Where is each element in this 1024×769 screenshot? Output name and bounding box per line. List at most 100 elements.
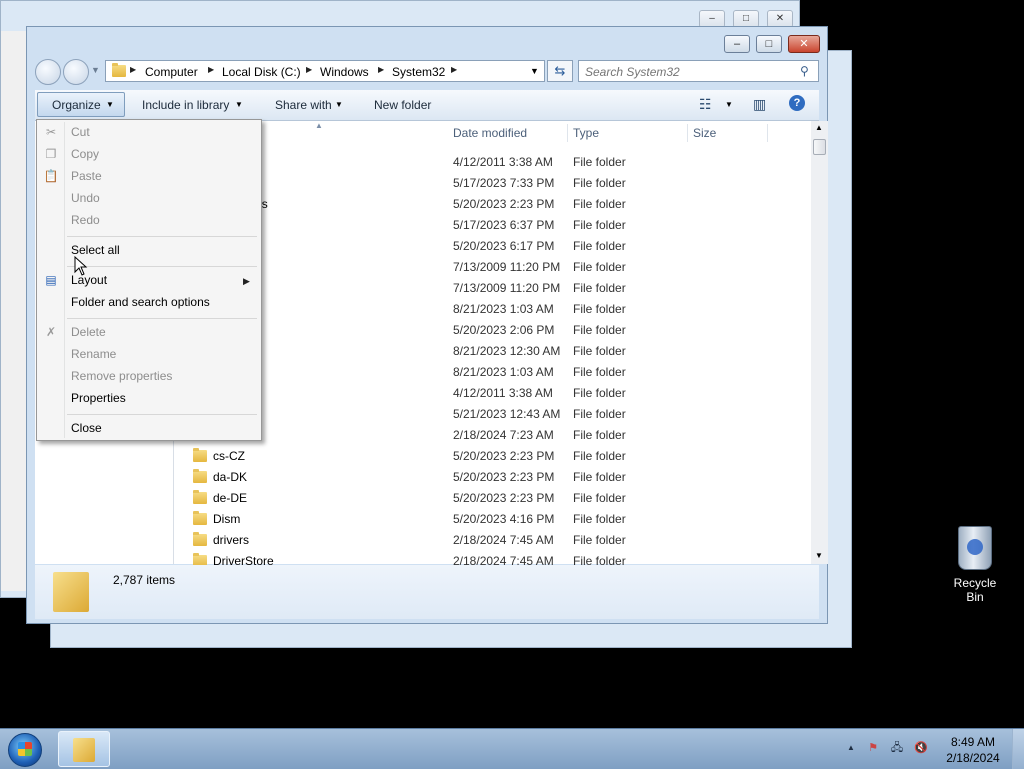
file-date-modified: 5/20/2023 2:23 PM bbox=[453, 197, 555, 211]
menu-item-undo[interactable]: Undo bbox=[71, 191, 100, 205]
table-row[interactable]: da-DK 5/20/2023 2:23 PM File folder bbox=[181, 467, 801, 488]
new-folder-button[interactable]: New folder bbox=[374, 98, 431, 112]
view-options-chevron-icon[interactable]: ▼ bbox=[725, 100, 733, 109]
change-view-icon[interactable]: ☷ bbox=[699, 96, 712, 113]
item-count: 2,787 items bbox=[113, 573, 176, 587]
copy-icon: ❐ bbox=[45, 147, 57, 161]
table-row[interactable]: 5/17/2023 7:33 PM File folder bbox=[181, 173, 801, 194]
include-in-library-button[interactable]: Include in library bbox=[142, 98, 229, 112]
menu-item-select-all[interactable]: Select all bbox=[71, 243, 120, 257]
scroll-down-icon[interactable]: ▼ bbox=[815, 551, 823, 560]
table-row[interactable]: cs-CZ 5/20/2023 2:23 PM File folder bbox=[181, 446, 801, 467]
file-name: Dism bbox=[213, 512, 241, 526]
table-row[interactable]: 4/12/2011 3:38 AM File folder bbox=[181, 152, 801, 173]
table-row[interactable]: grity8/21/2023 1:03 AMFile folder bbox=[181, 362, 801, 383]
scrollbar-thumb[interactable] bbox=[813, 139, 826, 155]
help-icon[interactable]: ? bbox=[789, 95, 805, 111]
table-row[interactable]: de-DE 5/20/2023 2:23 PM File folder bbox=[181, 488, 801, 509]
menu-separator bbox=[67, 414, 257, 415]
column-date-modified[interactable]: Date modified bbox=[453, 121, 527, 145]
table-row[interactable]: 5/20/2023 2:06 PM File folder bbox=[181, 320, 801, 341]
start-button[interactable] bbox=[8, 733, 42, 767]
breadcrumb-windows[interactable]: Windows bbox=[320, 65, 369, 79]
breadcrumb-computer[interactable]: Computer bbox=[145, 65, 198, 79]
breadcrumb-arrow-icon[interactable]: ▶ bbox=[306, 65, 312, 74]
table-row[interactable]: drivers 2/18/2024 7:45 AM File folder bbox=[181, 530, 801, 551]
menu-item-copy[interactable]: Copy bbox=[71, 147, 99, 161]
show-desktop-button[interactable] bbox=[1012, 729, 1024, 769]
back-button[interactable] bbox=[35, 59, 61, 85]
breadcrumb-arrow-icon[interactable]: ▶ bbox=[130, 65, 136, 74]
folder-icon bbox=[193, 532, 207, 546]
table-row[interactable]: Dism 5/20/2023 4:16 PM File folder bbox=[181, 509, 801, 530]
search-input[interactable] bbox=[583, 63, 797, 81]
address-dropdown-icon[interactable]: ▼ bbox=[530, 66, 539, 76]
file-date-modified: 8/21/2023 12:30 AM bbox=[453, 344, 561, 358]
show-hidden-icons-icon[interactable]: ▲ bbox=[844, 741, 858, 755]
recent-pages-chevron-icon[interactable]: ▼ bbox=[91, 65, 100, 75]
table-row[interactable]: 2/18/2024 7:23 AM File folder bbox=[181, 425, 801, 446]
menu-item-remove-properties[interactable]: Remove properties bbox=[71, 369, 172, 383]
column-divider[interactable] bbox=[567, 124, 568, 142]
menu-item-cut[interactable]: Cut bbox=[71, 125, 90, 139]
menu-item-redo[interactable]: Redo bbox=[71, 213, 100, 227]
table-row[interactable]: el5/21/2023 12:43 AMFile folder bbox=[181, 404, 801, 425]
search-icon[interactable]: ⚲ bbox=[800, 64, 809, 78]
submenu-arrow-icon: ▶ bbox=[243, 276, 250, 286]
breadcrumb-arrow-icon[interactable]: ▶ bbox=[378, 65, 384, 74]
action-center-flag-icon[interactable]: ⚑ bbox=[866, 741, 880, 755]
table-row[interactable]: 7/13/2009 11:20 PM File folder bbox=[181, 278, 801, 299]
forward-button[interactable] bbox=[63, 59, 89, 85]
table-row[interactable]: 4/12/2011 3:38 AM File folder bbox=[181, 383, 801, 404]
menu-item-properties[interactable]: Properties bbox=[71, 391, 126, 405]
file-date-modified: 5/20/2023 2:23 PM bbox=[453, 470, 555, 484]
breadcrumb-local-disk[interactable]: Local Disk (C:) bbox=[222, 65, 301, 79]
column-size[interactable]: Size bbox=[693, 121, 716, 145]
table-row[interactable]: 5/20/2023 6:17 PM File folder bbox=[181, 236, 801, 257]
column-divider[interactable] bbox=[767, 124, 768, 142]
table-row[interactable]: 8/21/2023 1:03 AM File folder bbox=[181, 299, 801, 320]
recycle-bin-shortcut[interactable]: Recycle Bin bbox=[944, 526, 1006, 604]
file-date-modified: 5/20/2023 2:23 PM bbox=[453, 449, 555, 463]
close-button[interactable]: ✕ bbox=[788, 35, 820, 53]
menu-item-rename[interactable]: Rename bbox=[71, 347, 116, 361]
recycle-bin-icon bbox=[958, 526, 992, 570]
file-date-modified: 7/13/2009 11:20 PM bbox=[453, 281, 561, 295]
address-bar[interactable]: ▶ Computer ▶ Local Disk (C:) ▶ Windows ▶… bbox=[105, 60, 545, 82]
network-icon[interactable]: 🖧 bbox=[890, 741, 904, 755]
menu-item-delete[interactable]: Delete bbox=[71, 325, 106, 339]
table-row[interactable]: 7/13/2009 11:20 PM File folder bbox=[181, 257, 801, 278]
minimize-button[interactable]: – bbox=[724, 35, 750, 53]
file-name: da-DK bbox=[213, 470, 248, 484]
taskbar-explorer-button[interactable] bbox=[58, 731, 110, 767]
volume-muted-icon[interactable]: 🔇 bbox=[914, 741, 928, 755]
table-row[interactable]: 8/21/2023 12:30 AM File folder bbox=[181, 341, 801, 362]
menu-item-paste[interactable]: Paste bbox=[71, 169, 102, 183]
maximize-button[interactable]: □ bbox=[756, 35, 782, 53]
clock[interactable]: 8:49 AM 2/18/2024 bbox=[940, 734, 1006, 766]
file-name: cs-CZ bbox=[213, 449, 245, 463]
table-row[interactable]: dInstallers5/20/2023 2:23 PMFile folder bbox=[181, 194, 801, 215]
column-type[interactable]: Type bbox=[573, 121, 599, 145]
organize-button[interactable]: Organize ▼ bbox=[37, 92, 125, 117]
search-box[interactable]: ⚲ bbox=[578, 60, 819, 82]
menu-item-close[interactable]: Close bbox=[71, 421, 102, 435]
file-type: File folder bbox=[573, 323, 626, 337]
breadcrumb-system32[interactable]: System32 bbox=[392, 65, 445, 79]
breadcrumb-arrow-icon[interactable]: ▶ bbox=[451, 65, 457, 74]
refresh-button[interactable]: ⇆ bbox=[547, 60, 573, 82]
file-type: File folder bbox=[573, 365, 626, 379]
table-row[interactable]: t5/17/2023 6:37 PMFile folder bbox=[181, 215, 801, 236]
scroll-up-icon[interactable]: ▲ bbox=[815, 123, 823, 132]
file-type: File folder bbox=[573, 491, 626, 505]
file-type: File folder bbox=[573, 470, 626, 484]
share-with-button[interactable]: Share with bbox=[275, 98, 332, 112]
menu-item-folder-search-options[interactable]: Folder and search options bbox=[71, 295, 210, 309]
vertical-scrollbar[interactable]: ▲ ▼ bbox=[811, 121, 828, 564]
breadcrumb-arrow-icon[interactable]: ▶ bbox=[208, 65, 214, 74]
folder-icon bbox=[73, 738, 95, 762]
file-type: File folder bbox=[573, 386, 626, 400]
preview-pane-icon[interactable]: ▥ bbox=[753, 96, 766, 113]
organize-label: Organize bbox=[52, 98, 101, 112]
column-divider[interactable] bbox=[687, 124, 688, 142]
